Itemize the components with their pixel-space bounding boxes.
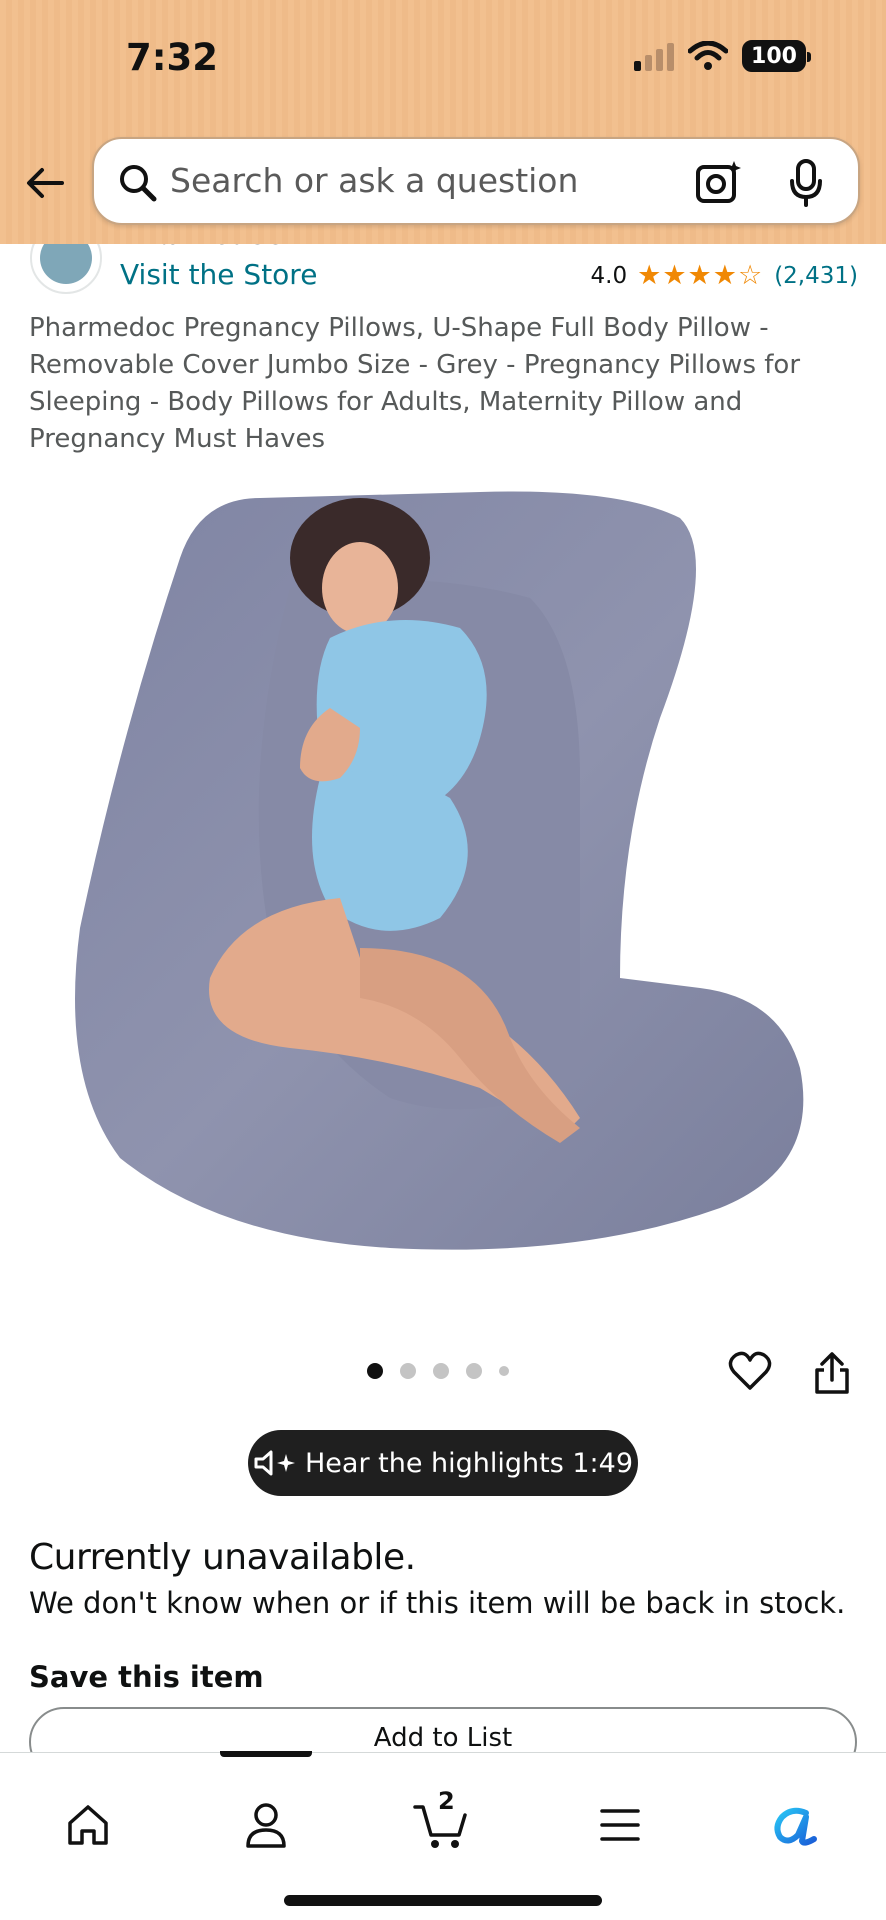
- star-full-icon: ★: [712, 260, 737, 291]
- status-icons: 100: [634, 40, 811, 72]
- rating-value: 4.0: [590, 262, 628, 289]
- availability-status: Currently unavailable.: [29, 1537, 416, 1578]
- bottom-navigation: 2: [0, 1751, 886, 1920]
- availability-message: We don't know when or if this item will …: [29, 1586, 846, 1620]
- product-image[interactable]: [60, 478, 830, 1290]
- search-icon: [120, 165, 157, 202]
- visit-store-link[interactable]: Visit the Store: [120, 258, 317, 291]
- hamburger-menu-icon: [600, 1809, 640, 1841]
- nav-home[interactable]: [56, 1793, 120, 1857]
- status-time: 7:32: [126, 36, 219, 79]
- microphone-icon[interactable]: [786, 157, 826, 209]
- image-carousel-dots: [367, 1363, 509, 1379]
- rating-count[interactable]: (2,431): [774, 263, 858, 289]
- star-rating: ★ ★ ★ ★ ☆: [637, 262, 762, 289]
- add-to-list-label: Add to List: [373, 1723, 513, 1753]
- nav-account[interactable]: [234, 1793, 298, 1857]
- carousel-dot[interactable]: [499, 1366, 509, 1376]
- app-header: 7:32 100 Search or ask a question: [0, 0, 886, 244]
- nav-menu[interactable]: [588, 1793, 652, 1857]
- heart-icon[interactable]: [728, 1350, 772, 1392]
- nav-rufus-assistant[interactable]: [764, 1793, 828, 1857]
- star-full-icon: ★: [687, 260, 712, 291]
- camera-lens-icon[interactable]: [694, 159, 742, 207]
- home-indicator-bar: [284, 1895, 602, 1906]
- star-empty-icon: ☆: [737, 260, 763, 291]
- carousel-dot[interactable]: [400, 1363, 416, 1379]
- carousel-dot-active[interactable]: [367, 1363, 383, 1379]
- share-icon[interactable]: [812, 1350, 852, 1396]
- cart-count-badge: 2: [438, 1787, 455, 1815]
- speaker-sparkle-icon: [254, 1450, 295, 1476]
- person-icon: [246, 1803, 286, 1848]
- cellular-signal-icon: [634, 41, 674, 71]
- rufus-assistant-icon: [774, 1807, 817, 1846]
- search-input[interactable]: Search or ask a question: [92, 137, 860, 225]
- star-full-icon: ★: [662, 260, 687, 291]
- carousel-dot[interactable]: [466, 1363, 482, 1379]
- rating-summary[interactable]: 4.0 ★ ★ ★ ★ ☆ (2,431): [591, 262, 858, 289]
- search-placeholder: Search or ask a question: [170, 161, 579, 200]
- battery-icon: 100: [742, 40, 811, 72]
- wifi-icon: [688, 41, 728, 70]
- hear-highlights-label: Hear the highlights 1:49: [304, 1447, 634, 1479]
- back-arrow-icon[interactable]: [22, 160, 68, 206]
- hear-highlights-button[interactable]: Hear the highlights 1:49: [248, 1430, 638, 1496]
- carousel-dot[interactable]: [433, 1363, 449, 1379]
- home-icon: [68, 1805, 108, 1845]
- active-tab-indicator: [220, 1751, 312, 1757]
- save-item-heading: Save this item: [29, 1660, 264, 1694]
- star-full-icon: ★: [637, 260, 662, 291]
- product-title: Pharmedoc Pregnancy Pillows, U-Shape Ful…: [29, 313, 801, 454]
- nav-cart[interactable]: 2: [410, 1787, 474, 1857]
